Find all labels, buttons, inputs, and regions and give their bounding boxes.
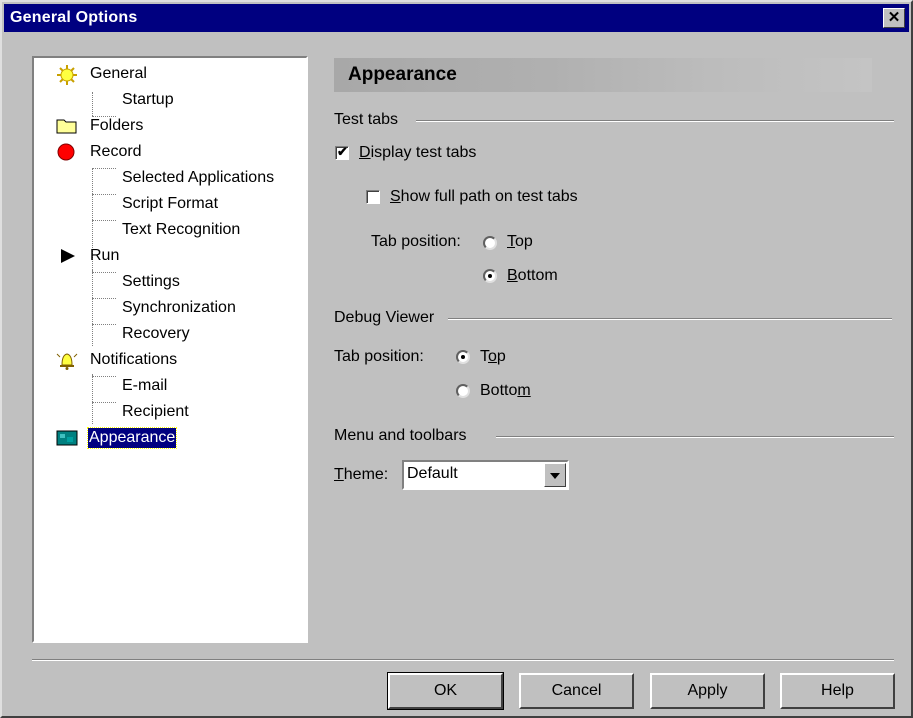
menu-toolbars-group-label: Menu and toolbars (334, 427, 467, 444)
tree-item-notifications[interactable]: Notifications (90, 350, 177, 370)
group-divider (416, 120, 894, 122)
test-tabs-top-label[interactable]: Top (507, 232, 533, 252)
tree-item-record[interactable]: Record (90, 142, 142, 162)
general-options-dialog: General Options ✕ General Startup Folder… (0, 0, 913, 718)
appearance-icon (56, 428, 78, 448)
tree-item-email[interactable]: E-mail (122, 376, 167, 396)
tree-connector (92, 168, 116, 169)
close-icon: ✕ (887, 9, 901, 26)
ok-button[interactable]: OK (387, 672, 504, 710)
tree-item-run[interactable]: Run (90, 246, 119, 266)
debug-viewer-bottom-label[interactable]: Bottom (480, 381, 531, 401)
close-button[interactable]: ✕ (883, 8, 905, 28)
tree-connector (92, 272, 116, 273)
debug-viewer-position-label: Tab position: (334, 348, 424, 365)
footer-divider (32, 659, 894, 661)
tree-item-selected-applications[interactable]: Selected Applications (122, 168, 274, 188)
cancel-button[interactable]: Cancel (519, 673, 634, 709)
tree-connector (92, 374, 93, 424)
group-divider (496, 436, 894, 438)
chevron-down-icon[interactable] (544, 463, 566, 487)
record-icon (56, 142, 76, 162)
tree-connector (92, 298, 116, 299)
panel-title: Appearance (348, 64, 457, 85)
test-tabs-top-radio[interactable] (483, 236, 497, 250)
bell-icon (56, 350, 78, 370)
test-tabs-position-label: Tab position: (371, 233, 461, 250)
tree-item-appearance[interactable]: Appearance (86, 427, 178, 449)
test-tabs-group-label: Test tabs (334, 111, 399, 128)
test-tabs-bottom-label[interactable]: Bottom (507, 266, 558, 286)
window-title: General Options (10, 9, 138, 26)
group-divider (448, 318, 892, 320)
panel-heading: Appearance (334, 58, 872, 92)
help-button[interactable]: Help (780, 673, 895, 709)
tree-item-general[interactable]: General (90, 64, 147, 84)
tree-item-startup[interactable]: Startup (122, 90, 174, 110)
show-full-path-checkbox[interactable] (366, 190, 380, 204)
debug-viewer-bottom-radio[interactable] (456, 384, 470, 398)
check-mark-icon: ✔ (337, 144, 348, 159)
title-bar[interactable]: General Options ✕ (4, 4, 909, 32)
tree-connector (92, 220, 116, 221)
tree-item-settings[interactable]: Settings (122, 272, 180, 292)
tree-item-recovery[interactable]: Recovery (122, 324, 190, 344)
apply-button[interactable]: Apply (650, 673, 765, 709)
tree-connector (92, 92, 93, 116)
tree-connector (92, 270, 93, 346)
radio-selected-dot (461, 355, 465, 359)
show-full-path-label[interactable]: Show full path on test tabs (390, 187, 578, 207)
debug-viewer-group-label: Debug Viewer (334, 309, 435, 326)
tree-item-synchronization[interactable]: Synchronization (122, 298, 236, 318)
debug-viewer-top-label[interactable]: Top (480, 347, 506, 367)
display-test-tabs-label[interactable]: Display test tabs (359, 143, 476, 163)
play-icon (58, 246, 78, 266)
radio-selected-dot (488, 274, 492, 278)
tree-item-text-recognition[interactable]: Text Recognition (122, 220, 240, 240)
theme-select[interactable]: Default (402, 460, 569, 490)
tree-connector (92, 402, 116, 403)
tree-connector (92, 194, 116, 195)
display-test-tabs-checkbox[interactable]: ✔ (335, 144, 349, 160)
tree-connector (92, 376, 116, 377)
test-tabs-bottom-radio[interactable] (483, 269, 497, 283)
debug-viewer-top-radio[interactable] (456, 350, 470, 364)
options-tree[interactable]: General Startup Folders Record Selected … (32, 56, 308, 643)
tree-item-folders[interactable]: Folders (90, 116, 143, 136)
tree-connector (92, 324, 116, 325)
theme-select-value: Default (407, 465, 458, 482)
theme-label: Theme: (334, 466, 389, 483)
sun-icon (56, 64, 77, 85)
tree-item-recipient[interactable]: Recipient (122, 402, 189, 422)
folder-icon (56, 116, 77, 136)
tree-item-script-format[interactable]: Script Format (122, 194, 218, 214)
